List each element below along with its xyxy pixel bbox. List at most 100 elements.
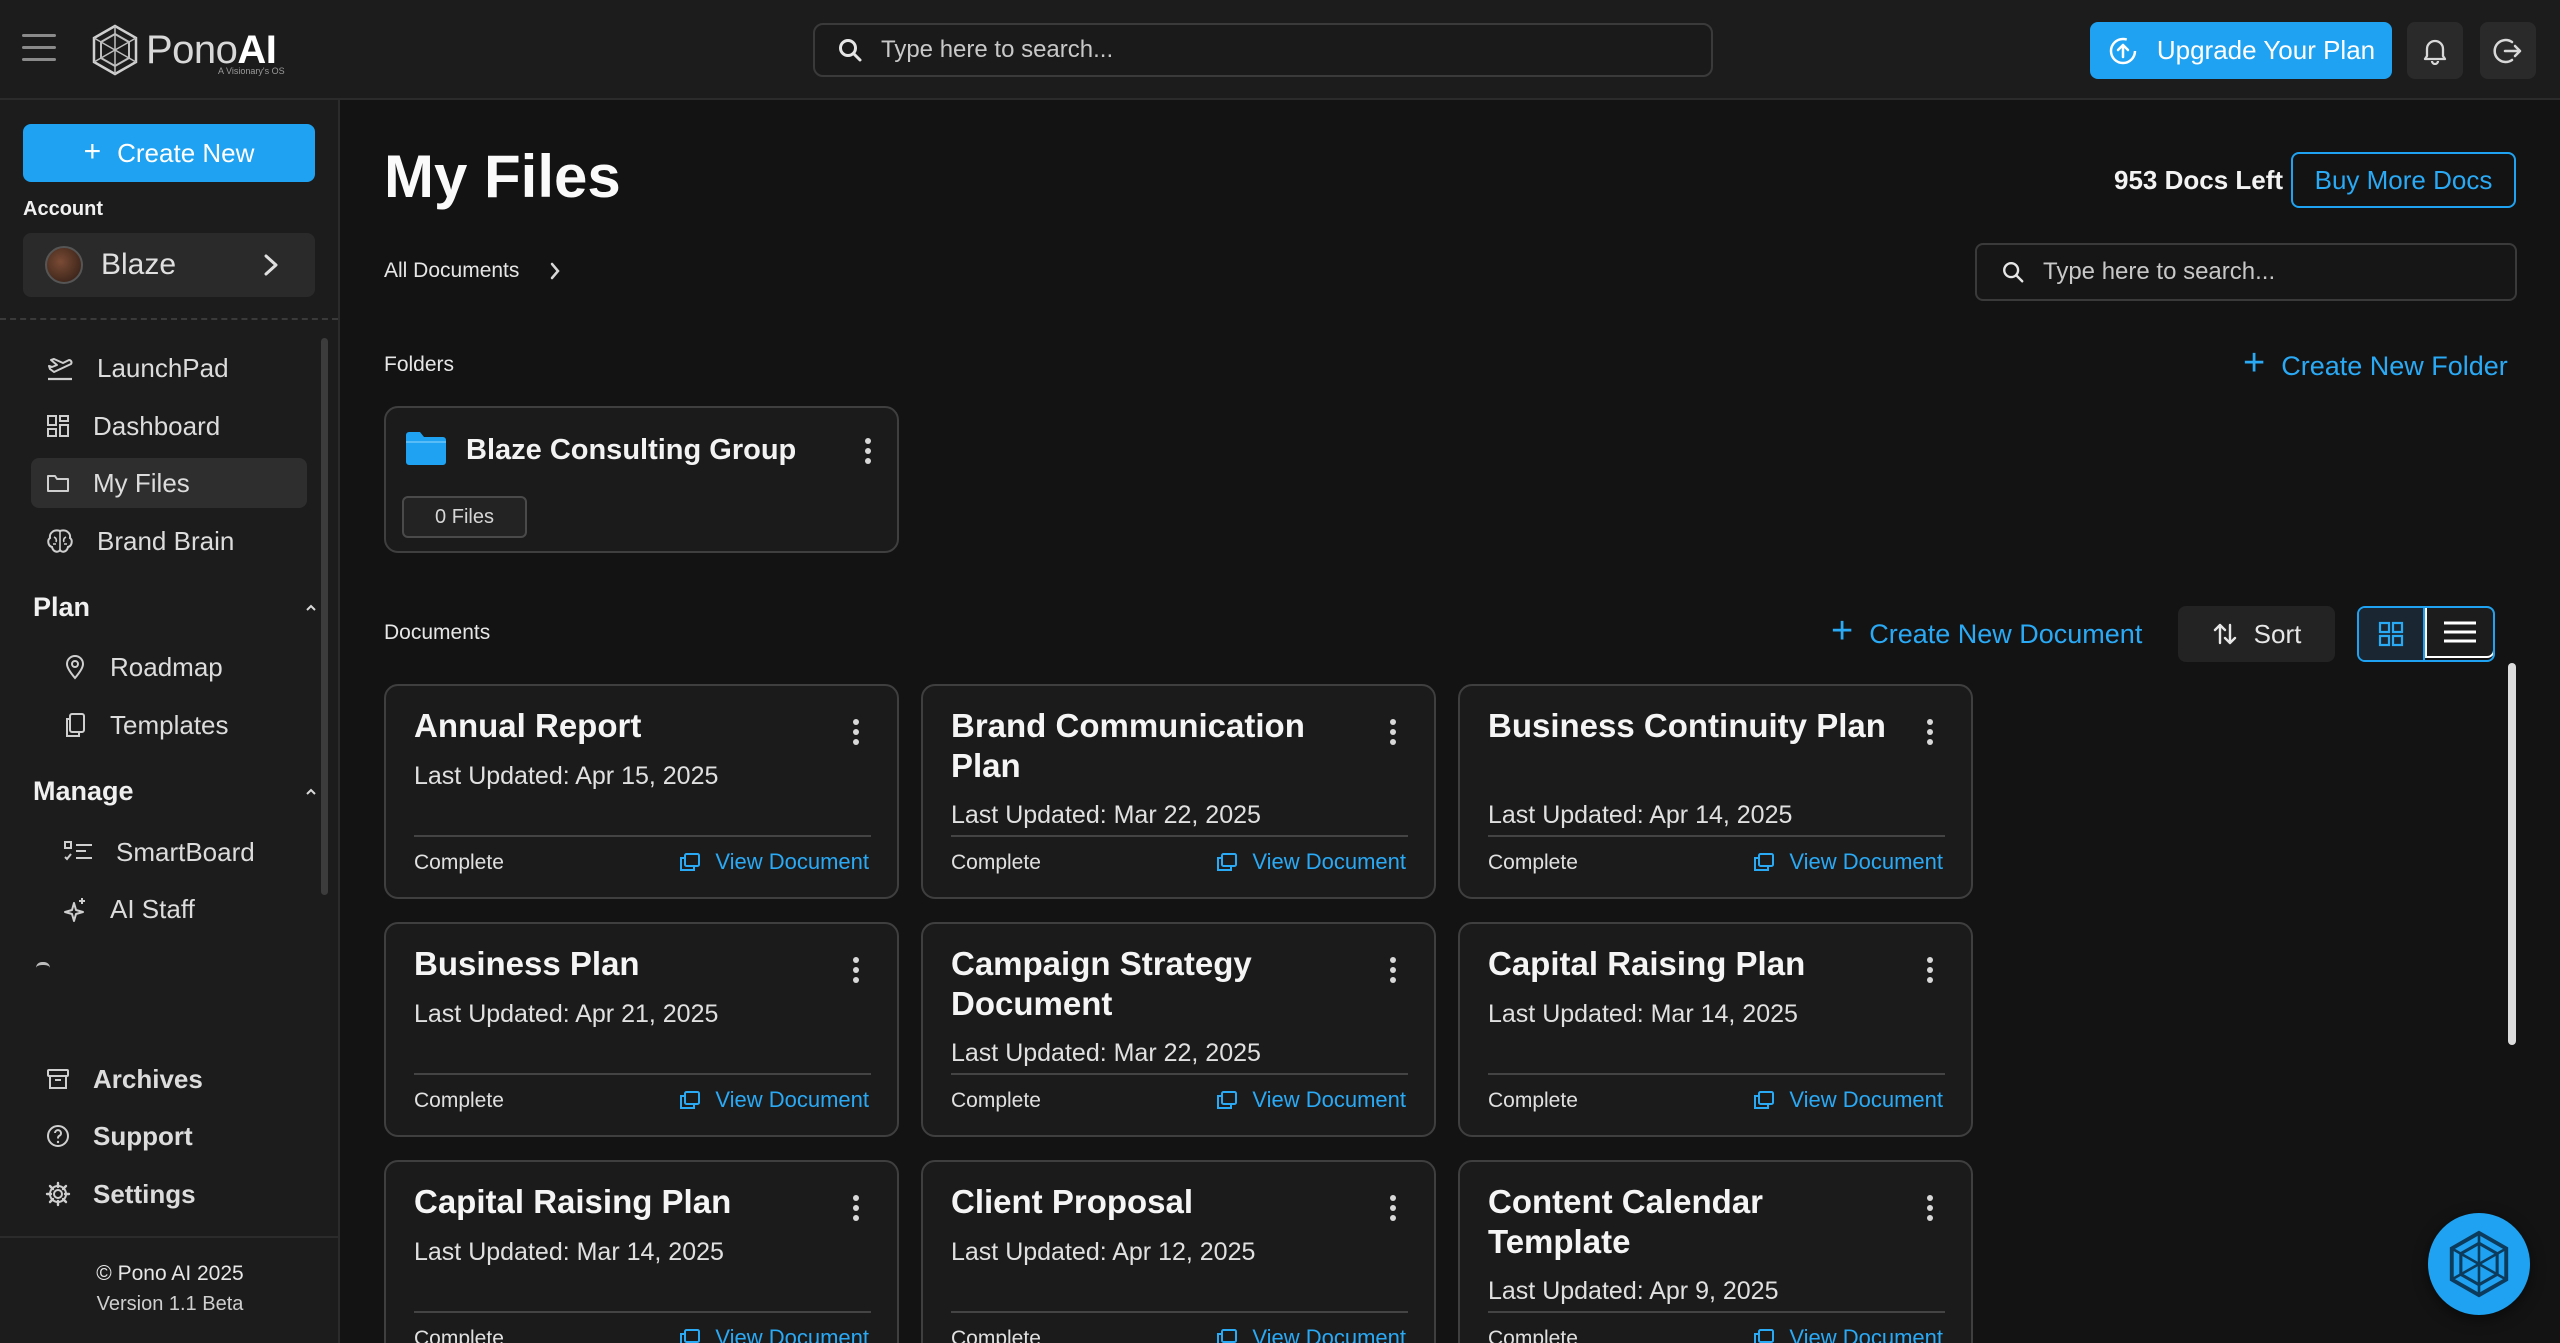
brain-icon	[47, 529, 73, 553]
document-status: Complete	[414, 1327, 504, 1343]
folder-name: Blaze Consulting Group	[466, 434, 797, 466]
document-status: Complete	[951, 851, 1041, 874]
sidebar-item-brand-brain[interactable]: Brand Brain	[31, 516, 307, 566]
view-document-link[interactable]: View Document	[1216, 1087, 1406, 1113]
document-title: Client Proposal	[951, 1183, 1194, 1220]
global-search-input[interactable]	[881, 36, 1711, 64]
document-more-options-icon[interactable]	[1918, 714, 1942, 750]
folder-icon	[406, 432, 446, 465]
copyright-text: © Pono AI 2025	[96, 1262, 244, 1285]
create-new-button[interactable]: + Create New	[23, 124, 315, 182]
document-status: Complete	[1488, 1089, 1578, 1112]
document-divider	[414, 1311, 871, 1313]
create-new-folder-label: Create New Folder	[2281, 350, 2508, 381]
sidebar-item-ai-staff[interactable]: AI Staff	[48, 884, 307, 934]
sidebar-item-label: Support	[93, 1120, 193, 1151]
document-more-options-icon[interactable]	[1381, 1190, 1405, 1226]
document-card[interactable]: Capital Raising Plan Last Updated: Mar 14…	[1458, 922, 1973, 1137]
document-divider	[951, 1311, 1408, 1313]
document-more-options-icon[interactable]	[844, 1190, 868, 1226]
document-card[interactable]: Annual Report Last Updated: Apr 15, 2025 C…	[384, 684, 899, 899]
grid-view-button[interactable]	[2359, 608, 2426, 660]
document-title: Business Plan	[414, 945, 640, 982]
view-document-link[interactable]: View Document	[679, 849, 869, 875]
upgrade-plan-button[interactable]: Upgrade Your Plan	[2090, 22, 2392, 79]
document-card[interactable]: Business Continuity Plan Last Updated: Ap…	[1458, 684, 1973, 899]
document-status: Complete	[951, 1089, 1041, 1112]
breadcrumb[interactable]: All Documents	[384, 259, 561, 283]
logo-icon	[92, 24, 138, 76]
sidebar-item-launchpad[interactable]: LaunchPad	[31, 343, 307, 393]
sidebar-item-settings[interactable]: Settings	[31, 1169, 307, 1219]
search-icon	[839, 39, 862, 62]
create-new-folder-button[interactable]: + Create New Folder	[2243, 342, 2508, 385]
view-document-link[interactable]: View Document	[1753, 849, 1943, 875]
document-card[interactable]: Content Calendar Template Last Updated: A…	[1458, 1160, 1973, 1343]
sidebar-item-label: Templates	[110, 709, 229, 740]
documents-grid: Annual Report Last Updated: Apr 15, 2025 C…	[384, 684, 1976, 1343]
sidebar-item-templates[interactable]: Templates	[48, 700, 307, 750]
view-document-link[interactable]: View Document	[679, 1325, 869, 1343]
document-more-options-icon[interactable]	[844, 714, 868, 750]
sort-button[interactable]: Sort	[2178, 606, 2335, 662]
menu-icon[interactable]	[22, 34, 56, 64]
buy-more-docs-button[interactable]: Buy More Docs	[2291, 152, 2516, 208]
document-more-options-icon[interactable]	[1381, 952, 1405, 988]
sidebar-item-my-files[interactable]: My Files	[31, 458, 307, 508]
document-status: Complete	[951, 1327, 1041, 1343]
plus-icon: +	[83, 134, 102, 168]
sidebar-item-smartboard[interactable]: SmartBoard	[48, 827, 307, 877]
document-card[interactable]: Client Proposal Last Updated: Apr 12, 202…	[921, 1160, 1436, 1343]
document-card[interactable]: Business Plan Last Updated: Apr 21, 2025 C…	[384, 922, 899, 1137]
sidebar-divider	[0, 318, 338, 320]
document-more-options-icon[interactable]	[844, 952, 868, 988]
document-divider	[1488, 1311, 1945, 1313]
sidebar-scrollbar[interactable]	[321, 338, 328, 895]
account-switcher[interactable]: Blaze	[23, 233, 315, 297]
sidebar-item-label: Archives	[93, 1063, 203, 1094]
notifications-button[interactable]	[2407, 22, 2463, 79]
document-divider	[414, 1073, 871, 1075]
folder-more-options-icon[interactable]	[856, 433, 880, 469]
assistant-fab-button[interactable]	[2428, 1213, 2530, 1315]
upgrade-arrow-icon	[2109, 37, 2137, 64]
sidebar-item-archives[interactable]: Archives	[31, 1054, 307, 1104]
folder-card[interactable]: Blaze Consulting Group 0 Files	[384, 406, 899, 553]
sidebar-scroll-more-hint	[36, 962, 50, 968]
sidebar-footer-divider	[0, 1236, 338, 1238]
list-view-button[interactable]	[2425, 608, 2493, 658]
view-document-link[interactable]: View Document	[679, 1087, 869, 1113]
logout-button[interactable]	[2480, 22, 2536, 79]
sidebar-item-support[interactable]: Support	[31, 1111, 307, 1161]
plan-section-toggle[interactable]: Plan	[33, 592, 317, 623]
document-more-options-icon[interactable]	[1918, 952, 1942, 988]
view-document-link[interactable]: View Document	[1216, 849, 1406, 875]
version-text: Version 1.1 Beta	[96, 1293, 244, 1315]
document-card[interactable]: Capital Raising Plan Last Updated: Mar 14…	[384, 1160, 899, 1343]
document-more-options-icon[interactable]	[1381, 714, 1405, 750]
document-card[interactable]: Campaign Strategy Document Last Updated: …	[921, 922, 1436, 1137]
files-search-input[interactable]	[2043, 258, 2515, 286]
checklist-icon	[64, 841, 92, 861]
view-document-link[interactable]: View Document	[1753, 1325, 1943, 1343]
view-document-label: View Document	[1252, 1325, 1406, 1343]
sidebar-item-roadmap[interactable]: Roadmap	[48, 642, 307, 692]
document-last-updated: Last Updated: Mar 22, 2025	[951, 1039, 1261, 1067]
sidebar-item-label: Roadmap	[110, 651, 223, 682]
documents-scrollbar[interactable]	[2508, 663, 2516, 1045]
logo-icon	[2449, 1230, 2509, 1298]
plus-icon: +	[1831, 610, 1854, 652]
global-search[interactable]	[813, 23, 1713, 77]
document-card[interactable]: Brand Communication Plan Last Updated: Ma…	[921, 684, 1436, 899]
create-new-document-button[interactable]: + Create New Document	[1831, 610, 2142, 653]
upgrade-plan-label: Upgrade Your Plan	[2156, 35, 2376, 65]
view-document-link[interactable]: View Document	[1216, 1325, 1406, 1343]
files-search[interactable]	[1975, 243, 2517, 301]
grid-view-icon	[2378, 621, 2404, 647]
folders-label: Folders	[384, 353, 455, 376]
document-more-options-icon[interactable]	[1918, 1190, 1942, 1226]
view-document-label: View Document	[1252, 1087, 1406, 1112]
view-document-link[interactable]: View Document	[1753, 1087, 1943, 1113]
sidebar-item-dashboard[interactable]: Dashboard	[31, 401, 307, 451]
manage-section-toggle[interactable]: Manage	[33, 776, 317, 807]
